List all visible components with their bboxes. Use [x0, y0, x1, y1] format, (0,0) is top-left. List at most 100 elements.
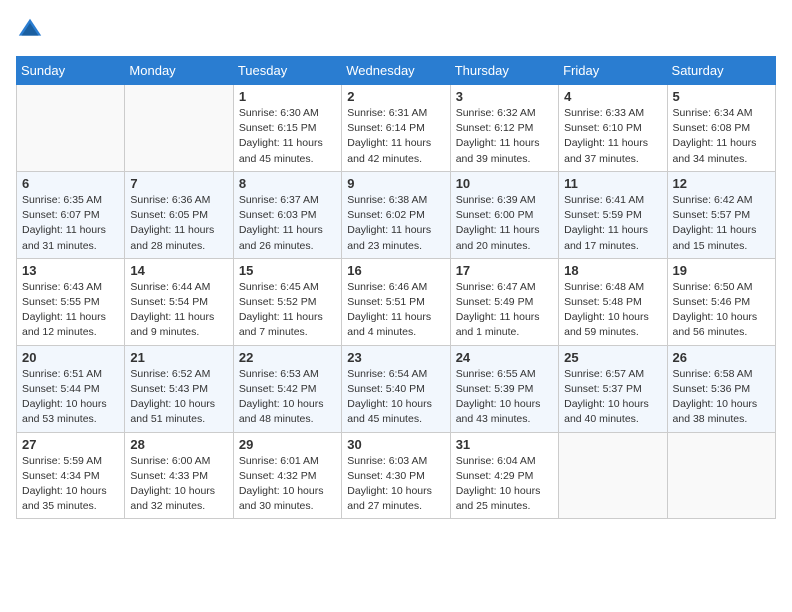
calendar-cell: 7 Sunrise: 6:36 AM Sunset: 6:05 PM Daylig… [125, 171, 233, 258]
day-info: Sunrise: 6:48 AM Sunset: 5:48 PM Dayligh… [564, 280, 661, 341]
calendar-cell: 13 Sunrise: 6:43 AM Sunset: 5:55 PM Dayli… [17, 258, 125, 345]
calendar-cell: 19 Sunrise: 6:50 AM Sunset: 5:46 PM Dayli… [667, 258, 775, 345]
calendar-cell: 15 Sunrise: 6:45 AM Sunset: 5:52 PM Dayli… [233, 258, 341, 345]
day-number: 18 [564, 263, 661, 278]
calendar-week-5: 27Sunrise: 5:59 AM Sunset: 4:34 PM Dayli… [17, 432, 776, 519]
weekday-header-wednesday: Wednesday [342, 57, 450, 85]
day-number: 19 [673, 263, 770, 278]
calendar-header-row: SundayMondayTuesdayWednesdayThursdayFrid… [17, 57, 776, 85]
weekday-header-thursday: Thursday [450, 57, 558, 85]
day-info: Sunrise: 6:42 AM Sunset: 5:57 PM Dayligh… [673, 193, 770, 254]
day-number: 26 [673, 350, 770, 365]
calendar-cell: 6 Sunrise: 6:35 AM Sunset: 6:07 PM Daylig… [17, 171, 125, 258]
weekday-header-sunday: Sunday [17, 57, 125, 85]
calendar-cell [17, 85, 125, 172]
day-number: 8 [239, 176, 336, 191]
day-number: 6 [22, 176, 119, 191]
calendar-week-3: 13 Sunrise: 6:43 AM Sunset: 5:55 PM Dayli… [17, 258, 776, 345]
calendar-cell: 2 Sunrise: 6:31 AM Sunset: 6:14 PM Daylig… [342, 85, 450, 172]
calendar-cell: 27Sunrise: 5:59 AM Sunset: 4:34 PM Dayli… [17, 432, 125, 519]
day-number: 16 [347, 263, 444, 278]
day-number: 7 [130, 176, 227, 191]
day-info: Sunrise: 6:36 AM Sunset: 6:05 PM Dayligh… [130, 193, 227, 254]
calendar-cell: 30 Sunrise: 6:03 AM Sunset: 4:30 PM Dayli… [342, 432, 450, 519]
day-number: 4 [564, 89, 661, 104]
calendar-cell: 16 Sunrise: 6:46 AM Sunset: 5:51 PM Dayli… [342, 258, 450, 345]
day-number: 25 [564, 350, 661, 365]
calendar-cell: 22 Sunrise: 6:53 AM Sunset: 5:42 PM Dayli… [233, 345, 341, 432]
day-info: Sunrise: 6:53 AM Sunset: 5:42 PM Dayligh… [239, 367, 336, 428]
day-info: Sunrise: 6:01 AM Sunset: 4:32 PM Dayligh… [239, 454, 336, 515]
day-number: 31 [456, 437, 553, 452]
day-info: Sunrise: 6:44 AM Sunset: 5:54 PM Dayligh… [130, 280, 227, 341]
calendar-cell: 3 Sunrise: 6:32 AM Sunset: 6:12 PM Daylig… [450, 85, 558, 172]
day-number: 1 [239, 89, 336, 104]
calendar-cell: 20 Sunrise: 6:51 AM Sunset: 5:44 PM Dayli… [17, 345, 125, 432]
day-number: 15 [239, 263, 336, 278]
calendar-cell [125, 85, 233, 172]
calendar-cell: 1 Sunrise: 6:30 AM Sunset: 6:15 PM Daylig… [233, 85, 341, 172]
calendar-cell [559, 432, 667, 519]
day-info: Sunrise: 6:03 AM Sunset: 4:30 PM Dayligh… [347, 454, 444, 515]
calendar-cell: 10 Sunrise: 6:39 AM Sunset: 6:00 PM Dayli… [450, 171, 558, 258]
day-info: Sunrise: 5:59 AM Sunset: 4:34 PM Dayligh… [22, 454, 119, 515]
day-info: Sunrise: 6:41 AM Sunset: 5:59 PM Dayligh… [564, 193, 661, 254]
day-info: Sunrise: 6:30 AM Sunset: 6:15 PM Dayligh… [239, 106, 336, 167]
day-info: Sunrise: 6:37 AM Sunset: 6:03 PM Dayligh… [239, 193, 336, 254]
calendar-cell: 28Sunrise: 6:00 AM Sunset: 4:33 PM Dayli… [125, 432, 233, 519]
calendar-cell: 18 Sunrise: 6:48 AM Sunset: 5:48 PM Dayli… [559, 258, 667, 345]
day-info: Sunrise: 6:32 AM Sunset: 6:12 PM Dayligh… [456, 106, 553, 167]
day-info: Sunrise: 6:51 AM Sunset: 5:44 PM Dayligh… [22, 367, 119, 428]
day-info: Sunrise: 6:00 AM Sunset: 4:33 PM Dayligh… [130, 454, 227, 515]
calendar-cell: 12Sunrise: 6:42 AM Sunset: 5:57 PM Dayli… [667, 171, 775, 258]
calendar-cell: 11 Sunrise: 6:41 AM Sunset: 5:59 PM Dayli… [559, 171, 667, 258]
day-number: 2 [347, 89, 444, 104]
calendar-cell: 21 Sunrise: 6:52 AM Sunset: 5:43 PM Dayli… [125, 345, 233, 432]
day-number: 11 [564, 176, 661, 191]
calendar-cell: 23 Sunrise: 6:54 AM Sunset: 5:40 PM Dayli… [342, 345, 450, 432]
day-info: Sunrise: 6:58 AM Sunset: 5:36 PM Dayligh… [673, 367, 770, 428]
day-number: 14 [130, 263, 227, 278]
day-number: 21 [130, 350, 227, 365]
calendar-cell: 8 Sunrise: 6:37 AM Sunset: 6:03 PM Daylig… [233, 171, 341, 258]
calendar-cell: 5Sunrise: 6:34 AM Sunset: 6:08 PM Daylig… [667, 85, 775, 172]
calendar-cell: 31 Sunrise: 6:04 AM Sunset: 4:29 PM Dayli… [450, 432, 558, 519]
day-info: Sunrise: 6:50 AM Sunset: 5:46 PM Dayligh… [673, 280, 770, 341]
calendar-cell: 25Sunrise: 6:57 AM Sunset: 5:37 PM Dayli… [559, 345, 667, 432]
day-number: 20 [22, 350, 119, 365]
weekday-header-saturday: Saturday [667, 57, 775, 85]
calendar-cell [667, 432, 775, 519]
day-info: Sunrise: 6:33 AM Sunset: 6:10 PM Dayligh… [564, 106, 661, 167]
day-number: 13 [22, 263, 119, 278]
calendar-table: SundayMondayTuesdayWednesdayThursdayFrid… [16, 56, 776, 519]
day-info: Sunrise: 6:35 AM Sunset: 6:07 PM Dayligh… [22, 193, 119, 254]
day-number: 23 [347, 350, 444, 365]
day-number: 30 [347, 437, 444, 452]
day-info: Sunrise: 6:46 AM Sunset: 5:51 PM Dayligh… [347, 280, 444, 341]
calendar-cell: 26 Sunrise: 6:58 AM Sunset: 5:36 PM Dayli… [667, 345, 775, 432]
day-info: Sunrise: 6:34 AM Sunset: 6:08 PM Dayligh… [673, 106, 770, 167]
day-number: 9 [347, 176, 444, 191]
day-number: 17 [456, 263, 553, 278]
logo-icon [16, 16, 44, 44]
day-info: Sunrise: 6:31 AM Sunset: 6:14 PM Dayligh… [347, 106, 444, 167]
day-number: 22 [239, 350, 336, 365]
day-info: Sunrise: 6:54 AM Sunset: 5:40 PM Dayligh… [347, 367, 444, 428]
day-number: 24 [456, 350, 553, 365]
calendar-week-1: 1 Sunrise: 6:30 AM Sunset: 6:15 PM Daylig… [17, 85, 776, 172]
calendar-week-4: 20 Sunrise: 6:51 AM Sunset: 5:44 PM Dayli… [17, 345, 776, 432]
day-info: Sunrise: 6:38 AM Sunset: 6:02 PM Dayligh… [347, 193, 444, 254]
calendar-cell: 4 Sunrise: 6:33 AM Sunset: 6:10 PM Daylig… [559, 85, 667, 172]
weekday-header-friday: Friday [559, 57, 667, 85]
day-info: Sunrise: 6:52 AM Sunset: 5:43 PM Dayligh… [130, 367, 227, 428]
day-info: Sunrise: 6:04 AM Sunset: 4:29 PM Dayligh… [456, 454, 553, 515]
calendar-cell: 14 Sunrise: 6:44 AM Sunset: 5:54 PM Dayli… [125, 258, 233, 345]
calendar-cell: 29Sunrise: 6:01 AM Sunset: 4:32 PM Dayli… [233, 432, 341, 519]
day-info: Sunrise: 6:45 AM Sunset: 5:52 PM Dayligh… [239, 280, 336, 341]
day-number: 3 [456, 89, 553, 104]
logo [16, 16, 48, 44]
calendar-week-2: 6 Sunrise: 6:35 AM Sunset: 6:07 PM Daylig… [17, 171, 776, 258]
day-info: Sunrise: 6:43 AM Sunset: 5:55 PM Dayligh… [22, 280, 119, 341]
day-number: 10 [456, 176, 553, 191]
day-info: Sunrise: 6:39 AM Sunset: 6:00 PM Dayligh… [456, 193, 553, 254]
